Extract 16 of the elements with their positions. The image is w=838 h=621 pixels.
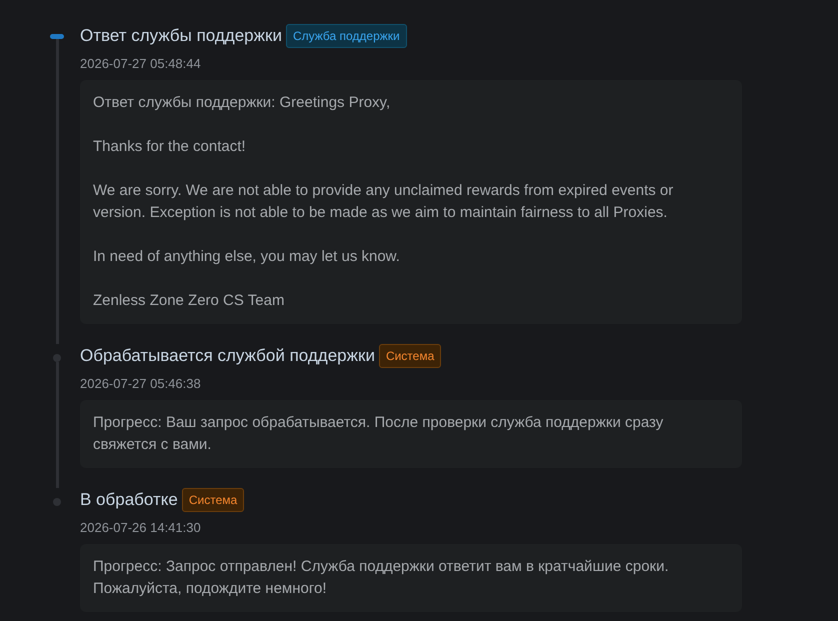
message-text: Ответ службы поддержки: Greetings Proxy, [93, 93, 392, 113]
entry-timestamp: 2026-07-27 05:46:38 [80, 375, 202, 393]
entry-timestamp: 2026-07-26 14:41:30 [80, 519, 202, 537]
entry-title: В обработке [80, 489, 178, 512]
entry-title: Обрабатывается службой поддержки [80, 345, 375, 368]
message-text: In need of anything else, you may let us know. [93, 247, 401, 267]
message-text: Прогресс: Ваш запрос обрабатывается. После проверки служба поддержки сразу свяжется с вами. [93, 413, 664, 455]
message-text: Zenless Zone Zero CS Team [93, 291, 286, 311]
source-tag: Служба поддержки [286, 24, 407, 48]
source-tag: Система [182, 488, 244, 512]
entry-timestamp: 2026-07-27 05:48:44 [80, 55, 202, 73]
message-text: We are sorry. We are not able to provide any unclaimed rewards from expired events or version. Exception is not able to be made as we aim to maintain fairness to all Proxies. [93, 181, 674, 223]
message-text: Прогресс: Запрос отправлен! Служба поддержки ответит вам в кратчайшие сроки. Пожалуйста, подождите немного! [93, 557, 670, 599]
message-text: Thanks for the contact! [93, 137, 247, 157]
entry-title: Ответ службы поддержки [80, 25, 282, 48]
source-tag: Система [378, 344, 442, 368]
